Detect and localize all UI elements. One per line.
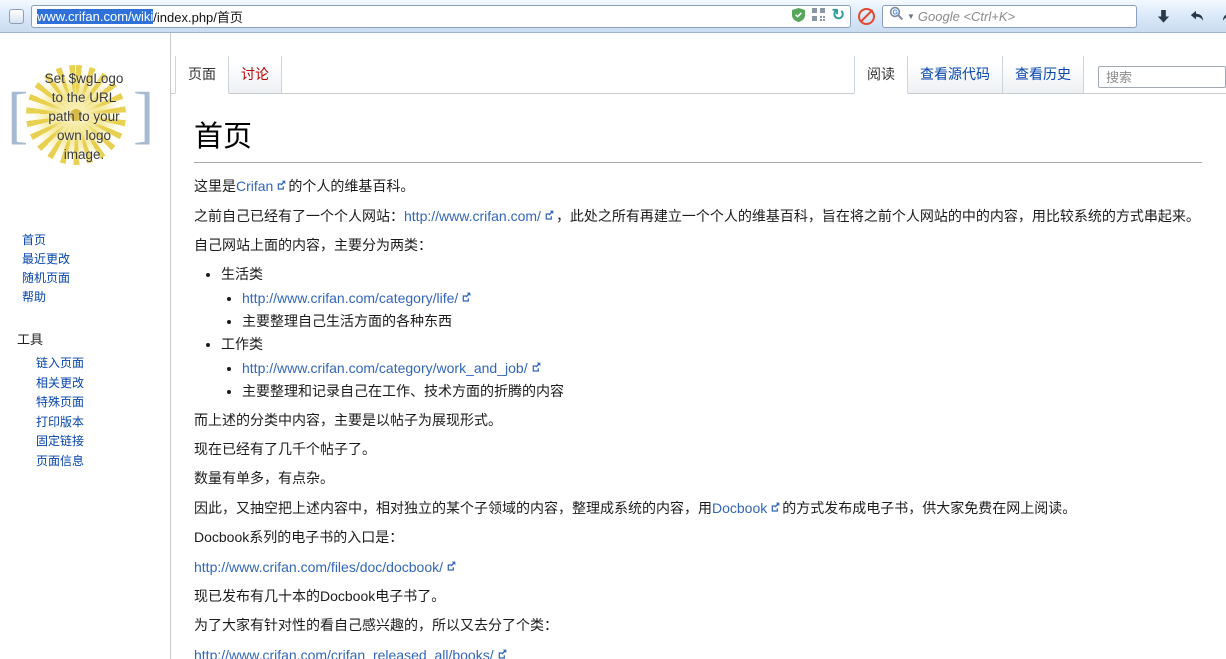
google-search-box[interactable]: G ▼ [882,4,1137,28]
browser-toolbar: www.crifan.com/wiki /index.php/首页 ↻ G ▼ [0,0,1226,33]
paragraph: 之前自己已经有了一个个人网站：http://www.crifan.com/ ，此处… [194,205,1202,227]
paragraph: 数量有单多，有点杂。 [194,470,334,486]
page-title: 首页 [194,113,1202,163]
external-link-icon [497,644,507,659]
tab-talk[interactable]: 讨论 [229,56,282,93]
sidebar-link-home[interactable]: 首页 [22,231,170,250]
download-icon[interactable] [1156,9,1171,24]
external-link[interactable]: http://www.crifan.com/category/life/ [242,290,458,306]
paragraph: 而上述的分类中内容，主要是以帖子为展现形式。 [194,412,502,428]
logo-text-line: to the URL [51,90,117,105]
google-search-input[interactable] [917,8,1130,24]
search-magnifier-icon: G [889,6,904,26]
external-link[interactable]: http://www.crifan.com/ [404,208,541,224]
tab-history[interactable]: 查看历史 [1003,56,1084,93]
logo-placeholder-text: Set $wgLogo to the URL path to your own … [20,69,148,164]
tab-read[interactable]: 阅读 [854,56,908,94]
content-area: 页面 讨论 阅读 查看源代码 查看历史 首页 这里是Crifan 的个人的维基百科… [170,33,1226,659]
url-selected-text: www.crifan.com/wiki [37,8,154,24]
tool-link-page-info[interactable]: 页面信息 [36,452,170,472]
sidebar-link-recent-changes[interactable]: 最近更改 [22,250,170,269]
svg-text:G: G [893,10,899,17]
paragraph: 因此，又抽空把上述内容中，相对独立的某个子领域的内容，整理成系统的内容，用Doc… [194,497,1202,519]
external-link-icon [461,287,471,308]
list-item: 工作类 http://www.crifan.com/category/work_… [221,334,1202,402]
category-list: 生活类 http://www.crifan.com/category/life/… [221,264,1202,402]
external-link-icon [276,175,286,196]
paragraph: 现已发布有几十本的Docbook电子书了。 [194,588,446,604]
security-shield-icon[interactable] [791,7,805,25]
tool-link-printable-version[interactable]: 打印版本 [36,413,170,433]
paragraph: 这里是Crifan 的个人的维基百科。 [194,175,1202,197]
wiki-logo[interactable]: [ ] Set $wgLogo to the URL path to your … [0,39,170,197]
text: 的方式发布成电子书，供大家免费在网上阅读。 [782,500,1077,516]
text: 因此，又抽空把上述内容中，相对独立的某个子领域的内容，整理成系统的内容，用 [194,500,712,516]
block-icon[interactable] [858,7,875,25]
paragraph: 自己网站上面的内容，主要分为两类： [194,237,432,253]
text: 的个人的维基百科。 [288,178,415,194]
tab-view-source[interactable]: 查看源代码 [908,56,1003,93]
text: 之前自己已经有了一个个人网站： [194,208,404,224]
tool-link-permanent-link[interactable]: 固定链接 [36,432,170,452]
paragraph: http://www.crifan.com/crifan_released_al… [194,644,1202,659]
tools-heading: 工具 [17,332,44,347]
text: 这里是 [194,178,236,194]
external-link-icon [531,357,541,378]
sidebar-tools: 链入页面 相关更改 特殊页面 打印版本 固定链接 页面信息 [36,354,170,471]
list-item: 主要整理自己生活方面的各种东西 [242,311,1202,332]
text: 生活类 [221,266,263,282]
list-item: 生活类 http://www.crifan.com/category/life/… [221,264,1202,332]
redo-arrow-icon[interactable] [1221,9,1226,24]
logo-text-line: image. [63,147,105,162]
list-item: 主要整理和记录自己在工作、技术方面的折腾的内容 [242,381,1202,402]
external-link[interactable]: http://www.crifan.com/files/doc/docbook/ [194,559,443,575]
tool-link-related-changes[interactable]: 相关更改 [36,374,170,394]
url-text: /index.php/首页 [153,9,243,25]
tool-link-special-pages[interactable]: 特殊页面 [36,393,170,413]
qr-code-icon[interactable] [811,8,825,24]
text: ，此处之所有再建立一个个人的维基百科，旨在将之前个人网站的中的内容，用比较系统的… [555,208,1200,224]
list-item: http://www.crifan.com/category/work_and_… [242,357,1202,379]
external-link-icon [544,205,554,226]
paragraph: 现在已经有了几千个帖子了。 [194,441,376,457]
external-link[interactable]: http://www.crifan.com/category/work_and_… [242,360,528,376]
page-icon[interactable] [9,8,24,24]
address-bar[interactable]: www.crifan.com/wiki /index.php/首页 ↻ [31,4,851,28]
article-body: 首页 这里是Crifan 的个人的维基百科。 之前自己已经有了一个个人网站：htt… [171,94,1226,659]
external-link[interactable]: http://www.crifan.com/crifan_released_al… [194,647,494,659]
list-item: http://www.crifan.com/category/life/ [242,287,1202,309]
paragraph: 为了大家有针对性的看自己感兴趣的，所以又去分了个类： [194,617,558,633]
wiki-page: [ ] Set $wgLogo to the URL path to your … [0,33,1226,659]
text: 工作类 [221,336,263,352]
paragraph: http://www.crifan.com/files/doc/docbook/ [194,556,1202,578]
external-link-icon [770,497,780,518]
sidebar-link-random-page[interactable]: 随机页面 [22,269,170,288]
undo-arrow-icon[interactable] [1187,9,1205,24]
logo-text-line: path to your [48,109,120,124]
external-link[interactable]: Crifan [236,178,273,194]
sidebar-navigation: 首页 最近更改 随机页面 帮助 [22,231,170,307]
reload-icon[interactable]: ↻ [832,8,845,24]
tab-page[interactable]: 页面 [175,56,229,94]
tool-link-what-links-here[interactable]: 链入页面 [36,354,170,374]
wiki-search-input[interactable] [1098,66,1226,88]
external-link-icon [446,556,456,577]
logo-text-line: own logo [56,128,112,143]
paragraph: Docbook系列的电子书的入口是： [194,529,404,545]
logo-text-line: Set $wgLogo [44,71,124,86]
wiki-sidebar: [ ] Set $wgLogo to the URL path to your … [0,33,170,659]
page-tabs-bar: 页面 讨论 阅读 查看源代码 查看历史 [171,33,1226,94]
chevron-down-icon[interactable]: ▼ [907,12,915,21]
sidebar-link-help[interactable]: 帮助 [22,288,170,307]
namespace-tabs: 页面 讨论 [175,56,282,94]
external-link[interactable]: Docbook [712,500,767,516]
view-tabs: 阅读 查看源代码 查看历史 [854,56,1084,94]
